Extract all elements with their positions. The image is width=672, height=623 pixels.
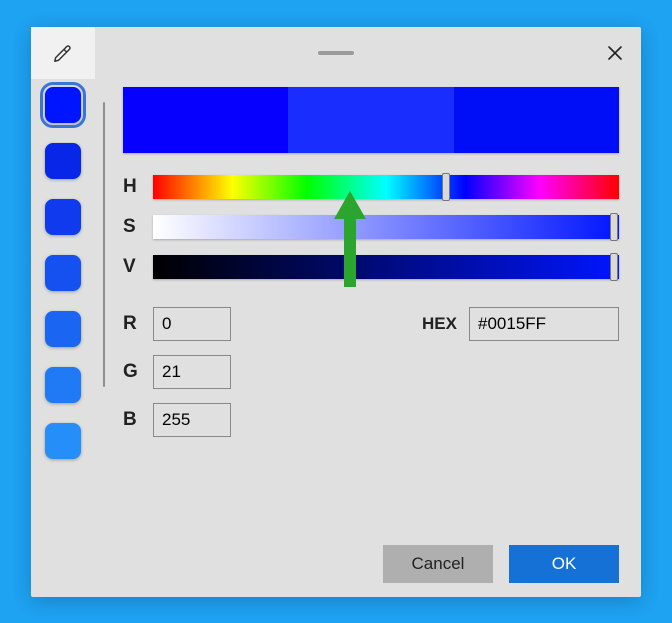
ok-button[interactable]: OK xyxy=(509,545,619,583)
saturation-row: S xyxy=(123,215,619,239)
r-label: R xyxy=(123,313,141,335)
saturation-thumb[interactable] xyxy=(610,213,618,241)
swatch-2[interactable] xyxy=(45,199,81,235)
saturation-label: S xyxy=(123,216,141,238)
swatch-0[interactable] xyxy=(45,87,81,123)
main-panel: H S V xyxy=(95,79,641,597)
titlebar xyxy=(31,27,641,79)
dialog-body: H S V xyxy=(31,79,641,597)
hex-label: HEX xyxy=(422,307,457,334)
g-input[interactable] xyxy=(153,355,231,389)
hue-row: H xyxy=(123,175,619,199)
preview-left xyxy=(123,87,288,153)
hue-slider[interactable] xyxy=(153,175,619,199)
swatch-3[interactable] xyxy=(45,255,81,291)
value-row: V xyxy=(123,255,619,279)
cancel-button[interactable]: Cancel xyxy=(383,545,493,583)
close-icon xyxy=(607,45,623,61)
hue-label: H xyxy=(123,176,141,198)
color-picker-dialog: H S V xyxy=(31,27,641,597)
hex-input[interactable] xyxy=(469,307,619,341)
saturation-slider[interactable] xyxy=(153,215,619,239)
drag-handle[interactable] xyxy=(318,51,354,55)
value-slider[interactable] xyxy=(153,255,619,279)
swatch-4[interactable] xyxy=(45,311,81,347)
eyedropper-icon xyxy=(52,42,74,64)
b-label: B xyxy=(123,409,141,431)
swatch-1[interactable] xyxy=(45,143,81,179)
close-button[interactable] xyxy=(603,41,627,65)
b-row: B xyxy=(123,403,231,437)
rgb-inputs: R G B xyxy=(123,307,231,437)
value-thumb[interactable] xyxy=(610,253,618,281)
button-row: Cancel OK xyxy=(383,545,619,583)
swatch-6[interactable] xyxy=(45,423,81,459)
preview-right xyxy=(454,87,619,153)
r-row: R xyxy=(123,307,231,341)
b-input[interactable] xyxy=(153,403,231,437)
hue-thumb[interactable] xyxy=(442,173,450,201)
inputs-row: R G B HEX xyxy=(123,307,619,437)
color-preview[interactable] xyxy=(123,87,619,153)
g-label: G xyxy=(123,361,141,383)
g-row: G xyxy=(123,355,231,389)
r-input[interactable] xyxy=(153,307,231,341)
preview-mid xyxy=(288,87,453,153)
eyedropper-tool[interactable] xyxy=(31,27,95,79)
swatch-column xyxy=(31,79,95,597)
swatch-5[interactable] xyxy=(45,367,81,403)
hex-group: HEX xyxy=(422,307,619,437)
value-label: V xyxy=(123,256,141,278)
